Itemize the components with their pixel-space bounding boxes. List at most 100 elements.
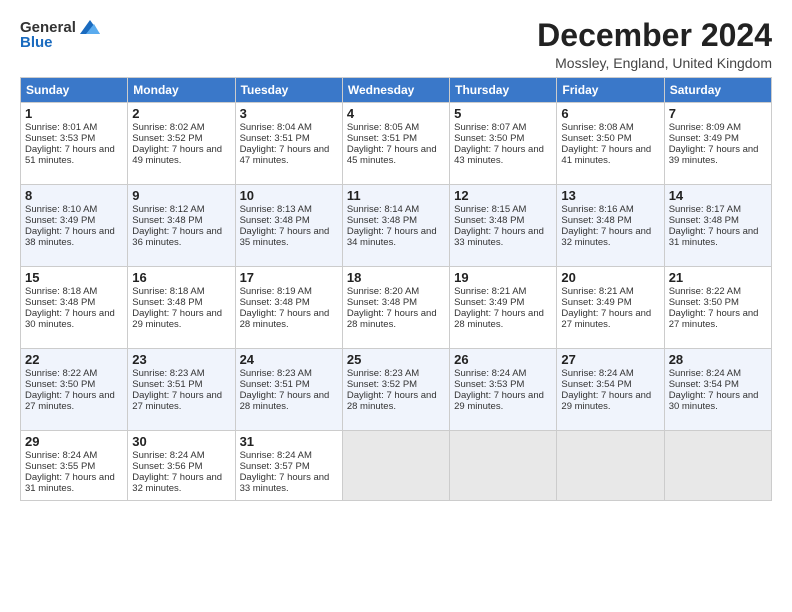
sunrise-text: Sunrise: 8:24 AM (240, 450, 312, 461)
sunset-text: Sunset: 3:56 PM (132, 461, 202, 472)
table-row: 22Sunrise: 8:22 AMSunset: 3:50 PMDayligh… (21, 349, 128, 431)
sunrise-text: Sunrise: 8:13 AM (240, 204, 312, 215)
day-number: 22 (25, 352, 123, 367)
daylight-text: Daylight: 7 hours and 27 minutes. (561, 308, 651, 330)
sunrise-text: Sunrise: 8:18 AM (132, 286, 204, 297)
daylight-text: Daylight: 7 hours and 36 minutes. (132, 226, 222, 248)
daylight-text: Daylight: 7 hours and 28 minutes. (347, 308, 437, 330)
day-number: 10 (240, 188, 338, 203)
day-number: 27 (561, 352, 659, 367)
header-row-days: Sunday Monday Tuesday Wednesday Thursday… (21, 78, 772, 103)
sunrise-text: Sunrise: 8:23 AM (240, 368, 312, 379)
table-row: 24Sunrise: 8:23 AMSunset: 3:51 PMDayligh… (235, 349, 342, 431)
table-row: 23Sunrise: 8:23 AMSunset: 3:51 PMDayligh… (128, 349, 235, 431)
daylight-text: Daylight: 7 hours and 27 minutes. (25, 390, 115, 412)
table-row: 16Sunrise: 8:18 AMSunset: 3:48 PMDayligh… (128, 267, 235, 349)
logo: General Blue (20, 18, 100, 51)
sunset-text: Sunset: 3:49 PM (669, 133, 739, 144)
day-number: 12 (454, 188, 552, 203)
day-number: 23 (132, 352, 230, 367)
daylight-text: Daylight: 7 hours and 34 minutes. (347, 226, 437, 248)
daylight-text: Daylight: 7 hours and 28 minutes. (240, 308, 330, 330)
header-row: General Blue December 2024 Mossley, Engl… (20, 18, 772, 71)
table-row: 28Sunrise: 8:24 AMSunset: 3:54 PMDayligh… (664, 349, 771, 431)
daylight-text: Daylight: 7 hours and 49 minutes. (132, 144, 222, 166)
sunset-text: Sunset: 3:51 PM (132, 379, 202, 390)
table-row: 11Sunrise: 8:14 AMSunset: 3:48 PMDayligh… (342, 185, 449, 267)
daylight-text: Daylight: 7 hours and 33 minutes. (454, 226, 544, 248)
header-friday: Friday (557, 78, 664, 103)
sunset-text: Sunset: 3:51 PM (240, 133, 310, 144)
daylight-text: Daylight: 7 hours and 27 minutes. (132, 390, 222, 412)
daylight-text: Daylight: 7 hours and 28 minutes. (347, 390, 437, 412)
table-row: 4Sunrise: 8:05 AMSunset: 3:51 PMDaylight… (342, 103, 449, 185)
sunrise-text: Sunrise: 8:24 AM (454, 368, 526, 379)
day-number: 13 (561, 188, 659, 203)
table-row: 17Sunrise: 8:19 AMSunset: 3:48 PMDayligh… (235, 267, 342, 349)
table-row (342, 431, 449, 501)
day-number: 5 (454, 106, 552, 121)
daylight-text: Daylight: 7 hours and 39 minutes. (669, 144, 759, 166)
sunset-text: Sunset: 3:48 PM (347, 215, 417, 226)
table-row (450, 431, 557, 501)
sunset-text: Sunset: 3:50 PM (454, 133, 524, 144)
title-block: December 2024 Mossley, England, United K… (537, 18, 772, 71)
day-number: 15 (25, 270, 123, 285)
day-number: 24 (240, 352, 338, 367)
sunset-text: Sunset: 3:51 PM (347, 133, 417, 144)
daylight-text: Daylight: 7 hours and 33 minutes. (240, 472, 330, 494)
day-number: 26 (454, 352, 552, 367)
daylight-text: Daylight: 7 hours and 30 minutes. (25, 308, 115, 330)
daylight-text: Daylight: 7 hours and 41 minutes. (561, 144, 651, 166)
table-row: 2Sunrise: 8:02 AMSunset: 3:52 PMDaylight… (128, 103, 235, 185)
sunrise-text: Sunrise: 8:22 AM (25, 368, 97, 379)
table-row: 8Sunrise: 8:10 AMSunset: 3:49 PMDaylight… (21, 185, 128, 267)
daylight-text: Daylight: 7 hours and 35 minutes. (240, 226, 330, 248)
page: General Blue December 2024 Mossley, Engl… (0, 0, 792, 612)
header-thursday: Thursday (450, 78, 557, 103)
table-row: 5Sunrise: 8:07 AMSunset: 3:50 PMDaylight… (450, 103, 557, 185)
sunset-text: Sunset: 3:50 PM (25, 379, 95, 390)
sunrise-text: Sunrise: 8:16 AM (561, 204, 633, 215)
daylight-text: Daylight: 7 hours and 32 minutes. (561, 226, 651, 248)
sunset-text: Sunset: 3:53 PM (454, 379, 524, 390)
table-row (664, 431, 771, 501)
sunset-text: Sunset: 3:48 PM (240, 297, 310, 308)
sunset-text: Sunset: 3:50 PM (669, 297, 739, 308)
table-row: 9Sunrise: 8:12 AMSunset: 3:48 PMDaylight… (128, 185, 235, 267)
sunset-text: Sunset: 3:49 PM (561, 297, 631, 308)
day-number: 14 (669, 188, 767, 203)
sunset-text: Sunset: 3:54 PM (561, 379, 631, 390)
table-row: 26Sunrise: 8:24 AMSunset: 3:53 PMDayligh… (450, 349, 557, 431)
daylight-text: Daylight: 7 hours and 27 minutes. (669, 308, 759, 330)
header-saturday: Saturday (664, 78, 771, 103)
day-number: 3 (240, 106, 338, 121)
day-number: 19 (454, 270, 552, 285)
table-row: 21Sunrise: 8:22 AMSunset: 3:50 PMDayligh… (664, 267, 771, 349)
day-number: 29 (25, 434, 123, 449)
day-number: 20 (561, 270, 659, 285)
sunrise-text: Sunrise: 8:19 AM (240, 286, 312, 297)
daylight-text: Daylight: 7 hours and 30 minutes. (669, 390, 759, 412)
sunset-text: Sunset: 3:52 PM (347, 379, 417, 390)
sunrise-text: Sunrise: 8:08 AM (561, 122, 633, 133)
sunset-text: Sunset: 3:54 PM (669, 379, 739, 390)
sunrise-text: Sunrise: 8:20 AM (347, 286, 419, 297)
sunset-text: Sunset: 3:48 PM (240, 215, 310, 226)
sunrise-text: Sunrise: 8:22 AM (669, 286, 741, 297)
day-number: 2 (132, 106, 230, 121)
logo-general-text: General (20, 19, 76, 36)
sunrise-text: Sunrise: 8:23 AM (347, 368, 419, 379)
table-row: 12Sunrise: 8:15 AMSunset: 3:48 PMDayligh… (450, 185, 557, 267)
sunset-text: Sunset: 3:48 PM (669, 215, 739, 226)
sunset-text: Sunset: 3:48 PM (132, 297, 202, 308)
day-number: 1 (25, 106, 123, 121)
daylight-text: Daylight: 7 hours and 47 minutes. (240, 144, 330, 166)
sunrise-text: Sunrise: 8:24 AM (25, 450, 97, 461)
daylight-text: Daylight: 7 hours and 51 minutes. (25, 144, 115, 166)
table-row: 15Sunrise: 8:18 AMSunset: 3:48 PMDayligh… (21, 267, 128, 349)
table-row: 31Sunrise: 8:24 AMSunset: 3:57 PMDayligh… (235, 431, 342, 501)
table-row: 30Sunrise: 8:24 AMSunset: 3:56 PMDayligh… (128, 431, 235, 501)
daylight-text: Daylight: 7 hours and 45 minutes. (347, 144, 437, 166)
table-row: 29Sunrise: 8:24 AMSunset: 3:55 PMDayligh… (21, 431, 128, 501)
